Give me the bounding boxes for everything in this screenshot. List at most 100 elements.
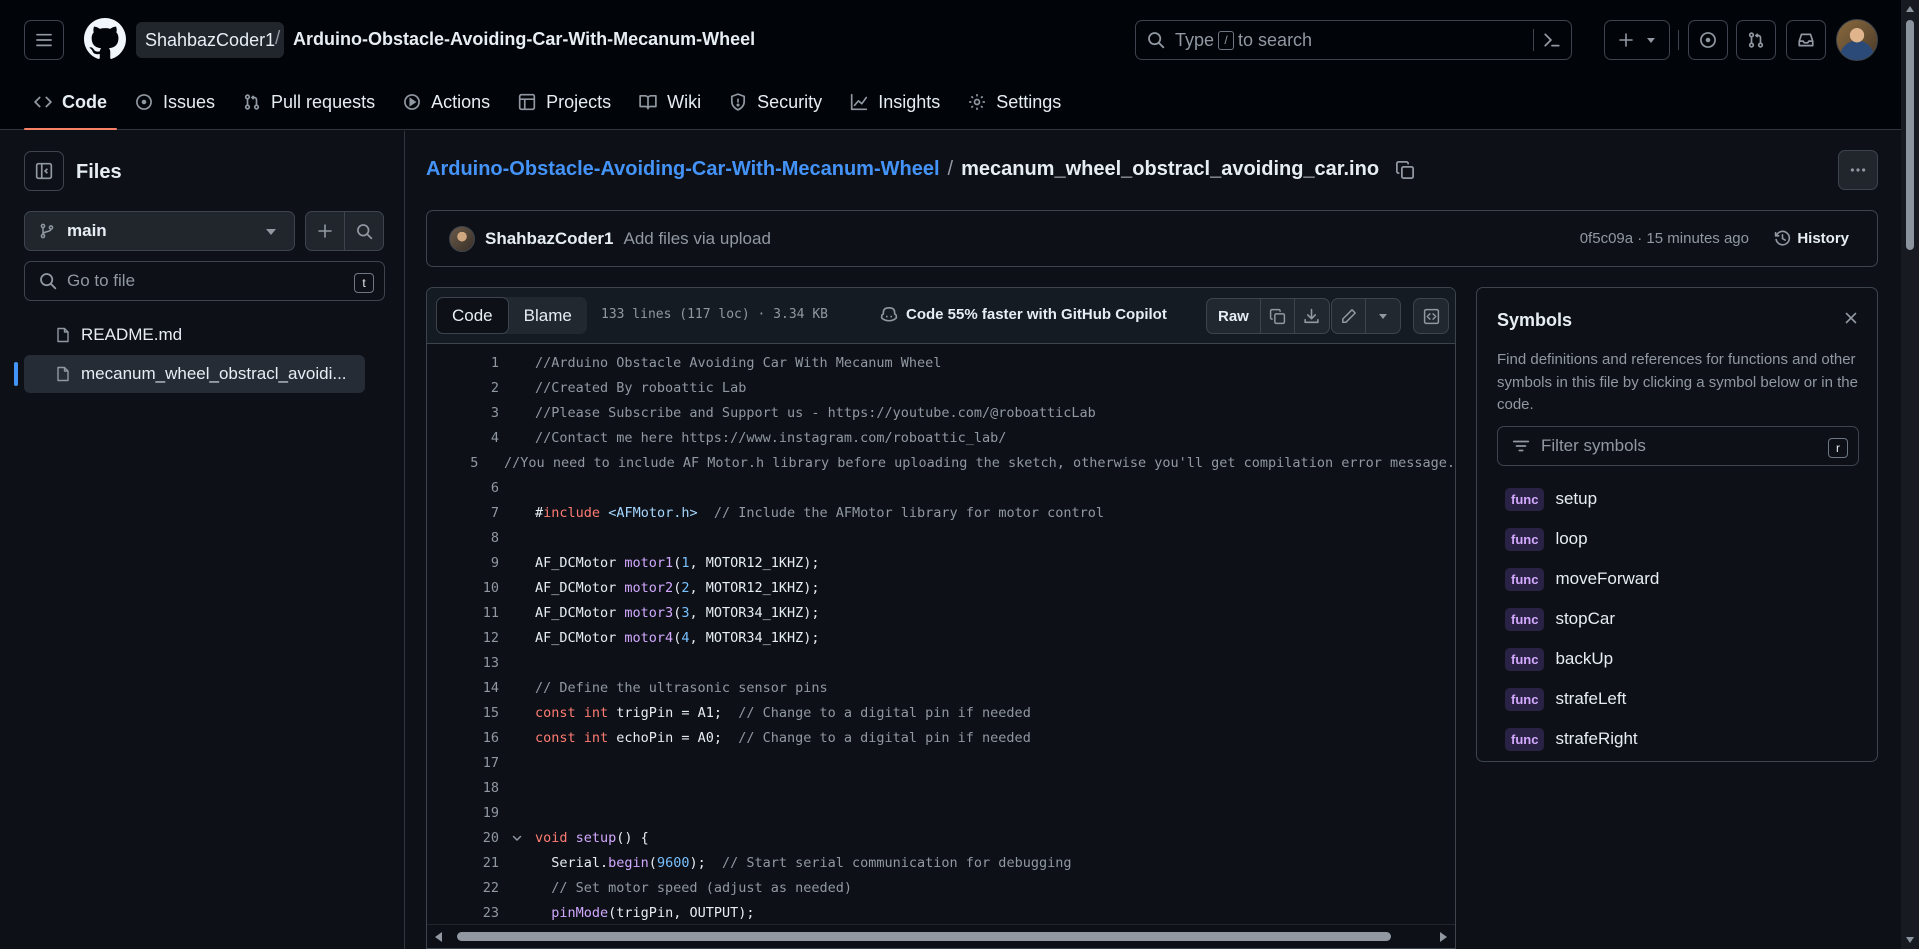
code-line[interactable]: 2 //Created By roboattic Lab — [427, 375, 1455, 400]
line-number[interactable]: 22 — [427, 880, 499, 896]
user-avatar[interactable] — [1836, 19, 1878, 61]
page-scroll-thumb[interactable] — [1906, 20, 1914, 250]
blame-view-button[interactable]: Blame — [509, 297, 587, 334]
symbol-item[interactable]: func stopCar — [1505, 603, 1615, 635]
breadcrumb-repo-link[interactable]: Arduino-Obstacle-Avoiding-Car-With-Mecan… — [426, 158, 940, 181]
code-line[interactable]: 23 pinMode(trigPin, OUTPUT); — [427, 900, 1455, 924]
github-logo-icon[interactable] — [84, 18, 126, 60]
file-tree-item-ino[interactable]: mecanum_wheel_obstracl_avoidi... — [24, 355, 365, 393]
fold-chevron-icon[interactable] — [499, 832, 535, 844]
tab-actions[interactable]: Actions — [393, 80, 500, 124]
commit-message-link[interactable]: Add files via upload — [623, 229, 770, 249]
commit-author-link[interactable]: ShahbazCoder1 — [485, 229, 613, 249]
tab-insights[interactable]: Insights — [840, 80, 950, 124]
code-line[interactable]: 8 — [427, 525, 1455, 550]
tab-projects[interactable]: Projects — [508, 80, 621, 124]
line-number[interactable]: 4 — [427, 430, 499, 446]
symbol-item[interactable]: func strafeLeft — [1505, 683, 1626, 715]
scroll-up-arrow-icon[interactable] — [1906, 6, 1914, 12]
global-search-input[interactable]: Type / to search — [1135, 20, 1572, 60]
code-line[interactable]: 12 AF_DCMotor motor4(4, MOTOR34_1KHZ); — [427, 625, 1455, 650]
line-number[interactable]: 11 — [427, 605, 499, 621]
page-scrollbar[interactable] — [1901, 0, 1919, 949]
copy-raw-button[interactable] — [1261, 299, 1295, 333]
scroll-left-arrow-icon[interactable] — [435, 932, 442, 942]
symbol-item[interactable]: func loop — [1505, 523, 1588, 555]
code-line[interactable]: 21 Serial.begin(9600); // Start serial c… — [427, 850, 1455, 875]
code-line[interactable]: 5 //You need to include AF Motor.h librar… — [427, 450, 1455, 475]
line-number[interactable]: 16 — [427, 730, 499, 746]
line-number[interactable]: 20 — [427, 830, 499, 846]
line-number[interactable]: 3 — [427, 405, 499, 421]
line-number[interactable]: 5 — [427, 455, 478, 471]
close-icon[interactable] — [1843, 310, 1859, 326]
branch-selector[interactable]: main — [24, 211, 295, 251]
download-raw-button[interactable] — [1295, 299, 1329, 333]
raw-button[interactable]: Raw — [1207, 299, 1261, 333]
commit-hash-and-time[interactable]: 0f5c09a · 15 minutes ago — [1580, 230, 1749, 247]
line-number[interactable]: 15 — [427, 705, 499, 721]
symbol-item[interactable]: func backUp — [1505, 643, 1613, 675]
code-line[interactable]: 20 void setup() { — [427, 825, 1455, 850]
your-pull-requests-button[interactable] — [1736, 20, 1776, 60]
line-number[interactable]: 23 — [427, 905, 499, 921]
collapse-file-tree-button[interactable] — [24, 151, 64, 191]
repo-link[interactable]: Arduino-Obstacle-Avoiding-Car-With-Mecan… — [293, 29, 755, 50]
code-line[interactable]: 7 #include <AFMotor.h> // Include the AFM… — [427, 500, 1455, 525]
line-number[interactable]: 14 — [427, 680, 499, 696]
symbol-item[interactable]: func strafeRight — [1505, 723, 1638, 755]
code-line[interactable]: 9 AF_DCMotor motor1(1, MOTOR12_1KHZ); — [427, 550, 1455, 575]
symbols-panel-button[interactable] — [1414, 299, 1448, 333]
your-issues-button[interactable] — [1688, 20, 1728, 60]
line-number[interactable]: 18 — [427, 780, 499, 796]
tab-security[interactable]: Security — [719, 80, 832, 124]
go-to-file-input[interactable]: Go to file t — [24, 261, 385, 301]
filter-symbols-input[interactable]: Filter symbols r — [1497, 426, 1859, 466]
code-line[interactable]: 4 //Contact me here https://www.instagram… — [427, 425, 1455, 450]
line-number[interactable]: 2 — [427, 380, 499, 396]
search-code-button[interactable] — [344, 211, 384, 251]
line-number[interactable]: 13 — [427, 655, 499, 671]
tab-pull-requests[interactable]: Pull requests — [233, 80, 385, 124]
line-number[interactable]: 1 — [427, 355, 499, 371]
owner-link[interactable]: ShahbazCoder1 — [136, 22, 285, 58]
line-number[interactable]: 9 — [427, 555, 499, 571]
commit-author-avatar[interactable] — [449, 225, 475, 252]
line-number[interactable]: 10 — [427, 580, 499, 596]
code-line[interactable]: 10 AF_DCMotor motor2(2, MOTOR12_1KHZ); — [427, 575, 1455, 600]
code-line[interactable]: 19 — [427, 800, 1455, 825]
line-number[interactable]: 12 — [427, 630, 499, 646]
code-line[interactable]: 18 — [427, 775, 1455, 800]
tab-code[interactable]: Code — [24, 80, 117, 130]
code-line[interactable]: 3 //Please Subscribe and Support us - htt… — [427, 400, 1455, 425]
line-number[interactable]: 17 — [427, 755, 499, 771]
tab-settings[interactable]: Settings — [958, 80, 1071, 124]
scroll-down-arrow-icon[interactable] — [1906, 937, 1914, 943]
line-number[interactable]: 19 — [427, 805, 499, 821]
code-line[interactable]: 22 // Set motor speed (adjust as needed) — [427, 875, 1455, 900]
code-body[interactable]: 1 //Arduino Obstacle Avoiding Car With Me… — [427, 344, 1455, 924]
notifications-button[interactable] — [1786, 20, 1826, 60]
symbol-item[interactable]: func moveForward — [1505, 563, 1659, 595]
symbol-item[interactable]: func setup — [1505, 483, 1597, 515]
scroll-right-arrow-icon[interactable] — [1440, 932, 1447, 942]
code-line[interactable]: 15 const int trigPin = A1; // Change to a… — [427, 700, 1455, 725]
code-line[interactable]: 1 //Arduino Obstacle Avoiding Car With Me… — [427, 350, 1455, 375]
horizontal-scrollbar[interactable] — [427, 924, 1455, 948]
history-button[interactable]: History — [1774, 230, 1849, 247]
copy-path-icon[interactable] — [1395, 160, 1415, 180]
code-line[interactable]: 6 — [427, 475, 1455, 500]
code-view-button[interactable]: Code — [436, 297, 509, 334]
command-palette-icon[interactable] — [1543, 31, 1561, 49]
code-line[interactable]: 17 — [427, 750, 1455, 775]
code-line[interactable]: 13 — [427, 650, 1455, 675]
copilot-promo-link[interactable]: Code 55% faster with GitHub Copilot — [880, 305, 1167, 323]
line-number[interactable]: 8 — [427, 530, 499, 546]
line-number[interactable]: 7 — [427, 505, 499, 521]
line-number[interactable]: 21 — [427, 855, 499, 871]
add-file-button[interactable] — [305, 211, 345, 251]
horizontal-scroll-thumb[interactable] — [457, 932, 1391, 941]
file-tree-item-readme[interactable]: README.md — [24, 316, 365, 354]
code-line[interactable]: 11 AF_DCMotor motor3(3, MOTOR34_1KHZ); — [427, 600, 1455, 625]
create-new-button[interactable] — [1604, 20, 1670, 60]
